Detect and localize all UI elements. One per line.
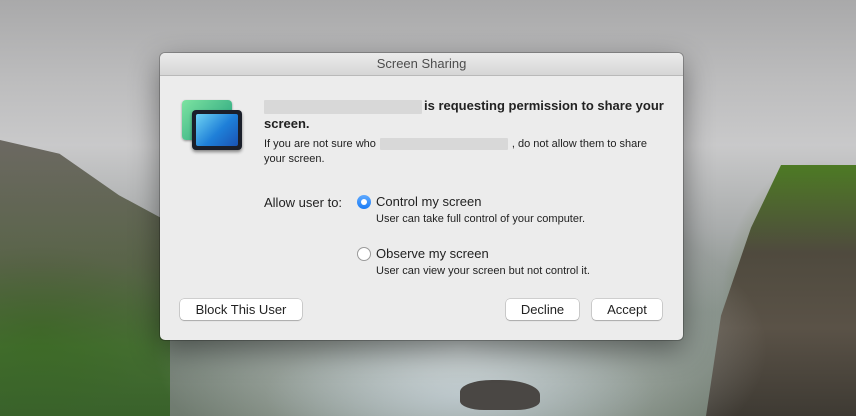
request-headline: is requesting permission to share your s… <box>264 97 664 133</box>
dialog-title: Screen Sharing <box>160 53 683 76</box>
allow-user-label: Allow user to: <box>264 195 343 210</box>
control-screen-radio[interactable] <box>357 194 371 209</box>
observe-screen-label[interactable]: Observe my screen <box>376 246 489 261</box>
wallpaper-cliff-left <box>0 140 170 416</box>
redacted-username <box>379 138 508 151</box>
decline-button[interactable]: Decline <box>506 299 579 320</box>
warning-text: If you are not sure who, do not allow th… <box>264 137 664 167</box>
observe-screen-radio[interactable] <box>357 246 371 261</box>
observe-screen-option[interactable]: Observe my screen <box>357 246 489 261</box>
warning-before: If you are not sure who <box>264 138 376 150</box>
accept-button[interactable]: Accept <box>592 299 662 320</box>
screen-sharing-dialog: Screen Sharing is requesting permission … <box>160 53 683 340</box>
control-screen-description: User can take full control of your compu… <box>376 213 586 225</box>
redacted-username <box>264 99 422 114</box>
block-user-button[interactable]: Block This User <box>180 299 302 320</box>
control-screen-label[interactable]: Control my screen <box>376 194 481 209</box>
observe-screen-description: User can view your screen but not contro… <box>376 265 590 277</box>
control-screen-option[interactable]: Control my screen <box>357 194 481 209</box>
screen-sharing-icon <box>182 100 244 152</box>
wallpaper-rock <box>460 380 540 410</box>
